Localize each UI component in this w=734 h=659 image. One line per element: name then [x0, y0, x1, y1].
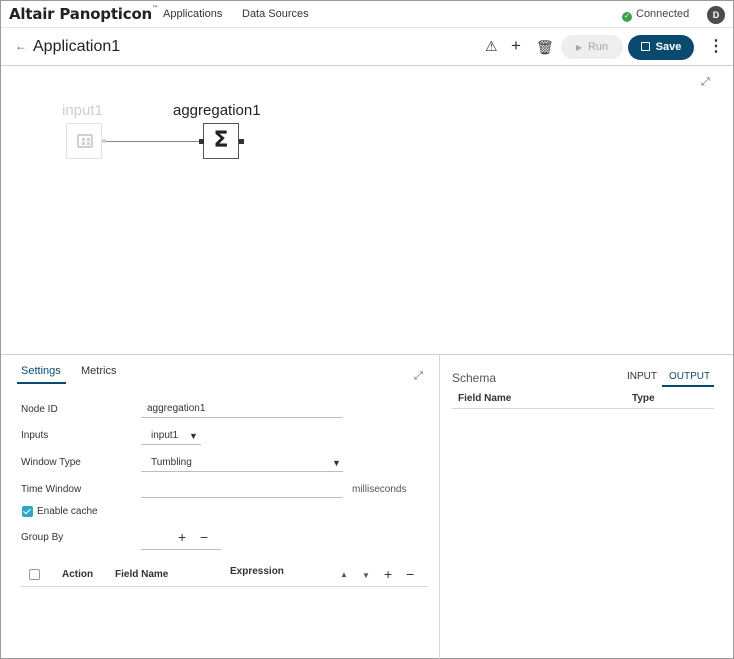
- input-port[interactable]: [199, 139, 204, 144]
- tab-settings[interactable]: Settings: [21, 365, 61, 377]
- chevron-down-icon[interactable]: ▼: [189, 431, 198, 441]
- active-tab-indicator: [662, 385, 714, 387]
- tab-metrics[interactable]: Metrics: [81, 365, 116, 377]
- application-title: Application1: [33, 38, 121, 55]
- enable-cache-checkbox[interactable]: [22, 506, 33, 517]
- node-id-underline: [141, 417, 343, 418]
- app-logo[interactable]: Altair Panopticon™: [9, 5, 158, 23]
- arrow-left-icon[interactable]: ←: [15, 39, 27, 53]
- expand-icon[interactable]: ⤢: [701, 76, 710, 89]
- output-port[interactable]: [239, 139, 244, 144]
- add-icon[interactable]: +: [384, 566, 392, 582]
- bottom-panel: Settings Metrics ⤢ Node ID aggregation1 …: [1, 354, 733, 659]
- node-connection: [105, 141, 203, 142]
- node-input1[interactable]: [66, 123, 102, 159]
- tab-output[interactable]: OUTPUT: [669, 371, 710, 382]
- table-grid-icon: [77, 134, 93, 148]
- node-id-label: Node ID: [21, 404, 58, 415]
- play-icon: ▶: [575, 43, 582, 52]
- remove-icon[interactable]: −: [200, 529, 208, 545]
- more-vertical-icon[interactable]: ⋮: [708, 36, 724, 56]
- select-all-checkbox[interactable]: [29, 569, 40, 580]
- save-button[interactable]: Save: [628, 35, 694, 60]
- inputs-select[interactable]: input1: [151, 430, 178, 441]
- output-port[interactable]: [102, 139, 106, 143]
- column-header-action: Action: [62, 569, 94, 580]
- remove-icon[interactable]: −: [406, 566, 414, 582]
- chevron-down-icon[interactable]: ▼: [332, 458, 341, 468]
- time-window-underline: [141, 497, 343, 498]
- save-icon: [640, 42, 650, 51]
- top-bar: Altair Panopticon™ Applications Data Sou…: [1, 1, 733, 28]
- move-down-icon[interactable]: ▼: [362, 571, 370, 580]
- tab-input[interactable]: INPUT: [627, 371, 657, 382]
- user-avatar[interactable]: D: [707, 6, 725, 24]
- active-tab-indicator: [17, 382, 66, 384]
- schema-header-type: Type: [632, 393, 655, 404]
- node-aggregation1[interactable]: Σ: [203, 123, 239, 159]
- node-label-aggregation1: aggregation1: [173, 102, 261, 119]
- warning-icon[interactable]: ⚠: [485, 38, 498, 55]
- schema-title: Schema: [452, 371, 497, 385]
- check-circle-icon: ✓: [622, 12, 632, 22]
- table-header-line: [21, 586, 428, 587]
- schema-header-field-name: Field Name: [458, 393, 512, 404]
- time-window-unit: milliseconds: [352, 484, 407, 495]
- column-header-field-name: Field Name: [115, 569, 169, 580]
- run-button[interactable]: ▶ Run: [561, 35, 623, 59]
- window-type-underline: [141, 471, 343, 472]
- trash-icon[interactable]: 🗑: [536, 39, 554, 56]
- add-icon[interactable]: +: [511, 36, 521, 56]
- expand-icon[interactable]: ⤢: [414, 370, 423, 383]
- schema-header-line: [452, 408, 714, 409]
- nav-data-sources[interactable]: Data Sources: [242, 8, 309, 20]
- connection-status: ✓ Connected: [622, 8, 689, 22]
- node-label-input1: input1: [62, 102, 103, 119]
- move-up-icon[interactable]: ▲: [340, 570, 348, 579]
- window-type-select[interactable]: Tumbling: [151, 457, 192, 468]
- inputs-underline: [141, 444, 201, 445]
- pipeline-canvas[interactable]: ⤢ input1 aggregation1 Σ: [1, 66, 733, 354]
- panel-divider[interactable]: [439, 355, 440, 659]
- group-by-underline: [141, 549, 221, 550]
- enable-cache-label: Enable cache: [37, 506, 98, 517]
- sigma-icon: Σ: [213, 128, 229, 153]
- node-id-input[interactable]: aggregation1: [147, 403, 205, 414]
- app-header: ← Application1 ⚠ + 🗑 ▶ Run Save ⋮: [1, 29, 733, 66]
- time-window-label: Time Window: [21, 484, 82, 495]
- nav-applications[interactable]: Applications: [163, 8, 222, 20]
- add-icon[interactable]: +: [178, 529, 186, 545]
- column-header-expression: Expression: [230, 566, 284, 577]
- window-type-label: Window Type: [21, 457, 81, 468]
- inputs-label: Inputs: [21, 430, 49, 441]
- group-by-label: Group By: [21, 532, 64, 543]
